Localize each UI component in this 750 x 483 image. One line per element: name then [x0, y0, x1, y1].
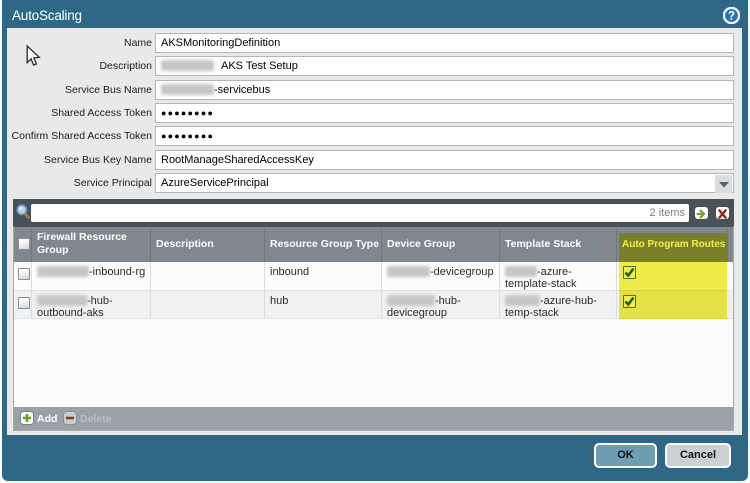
svg-text:?: ?	[728, 11, 735, 23]
